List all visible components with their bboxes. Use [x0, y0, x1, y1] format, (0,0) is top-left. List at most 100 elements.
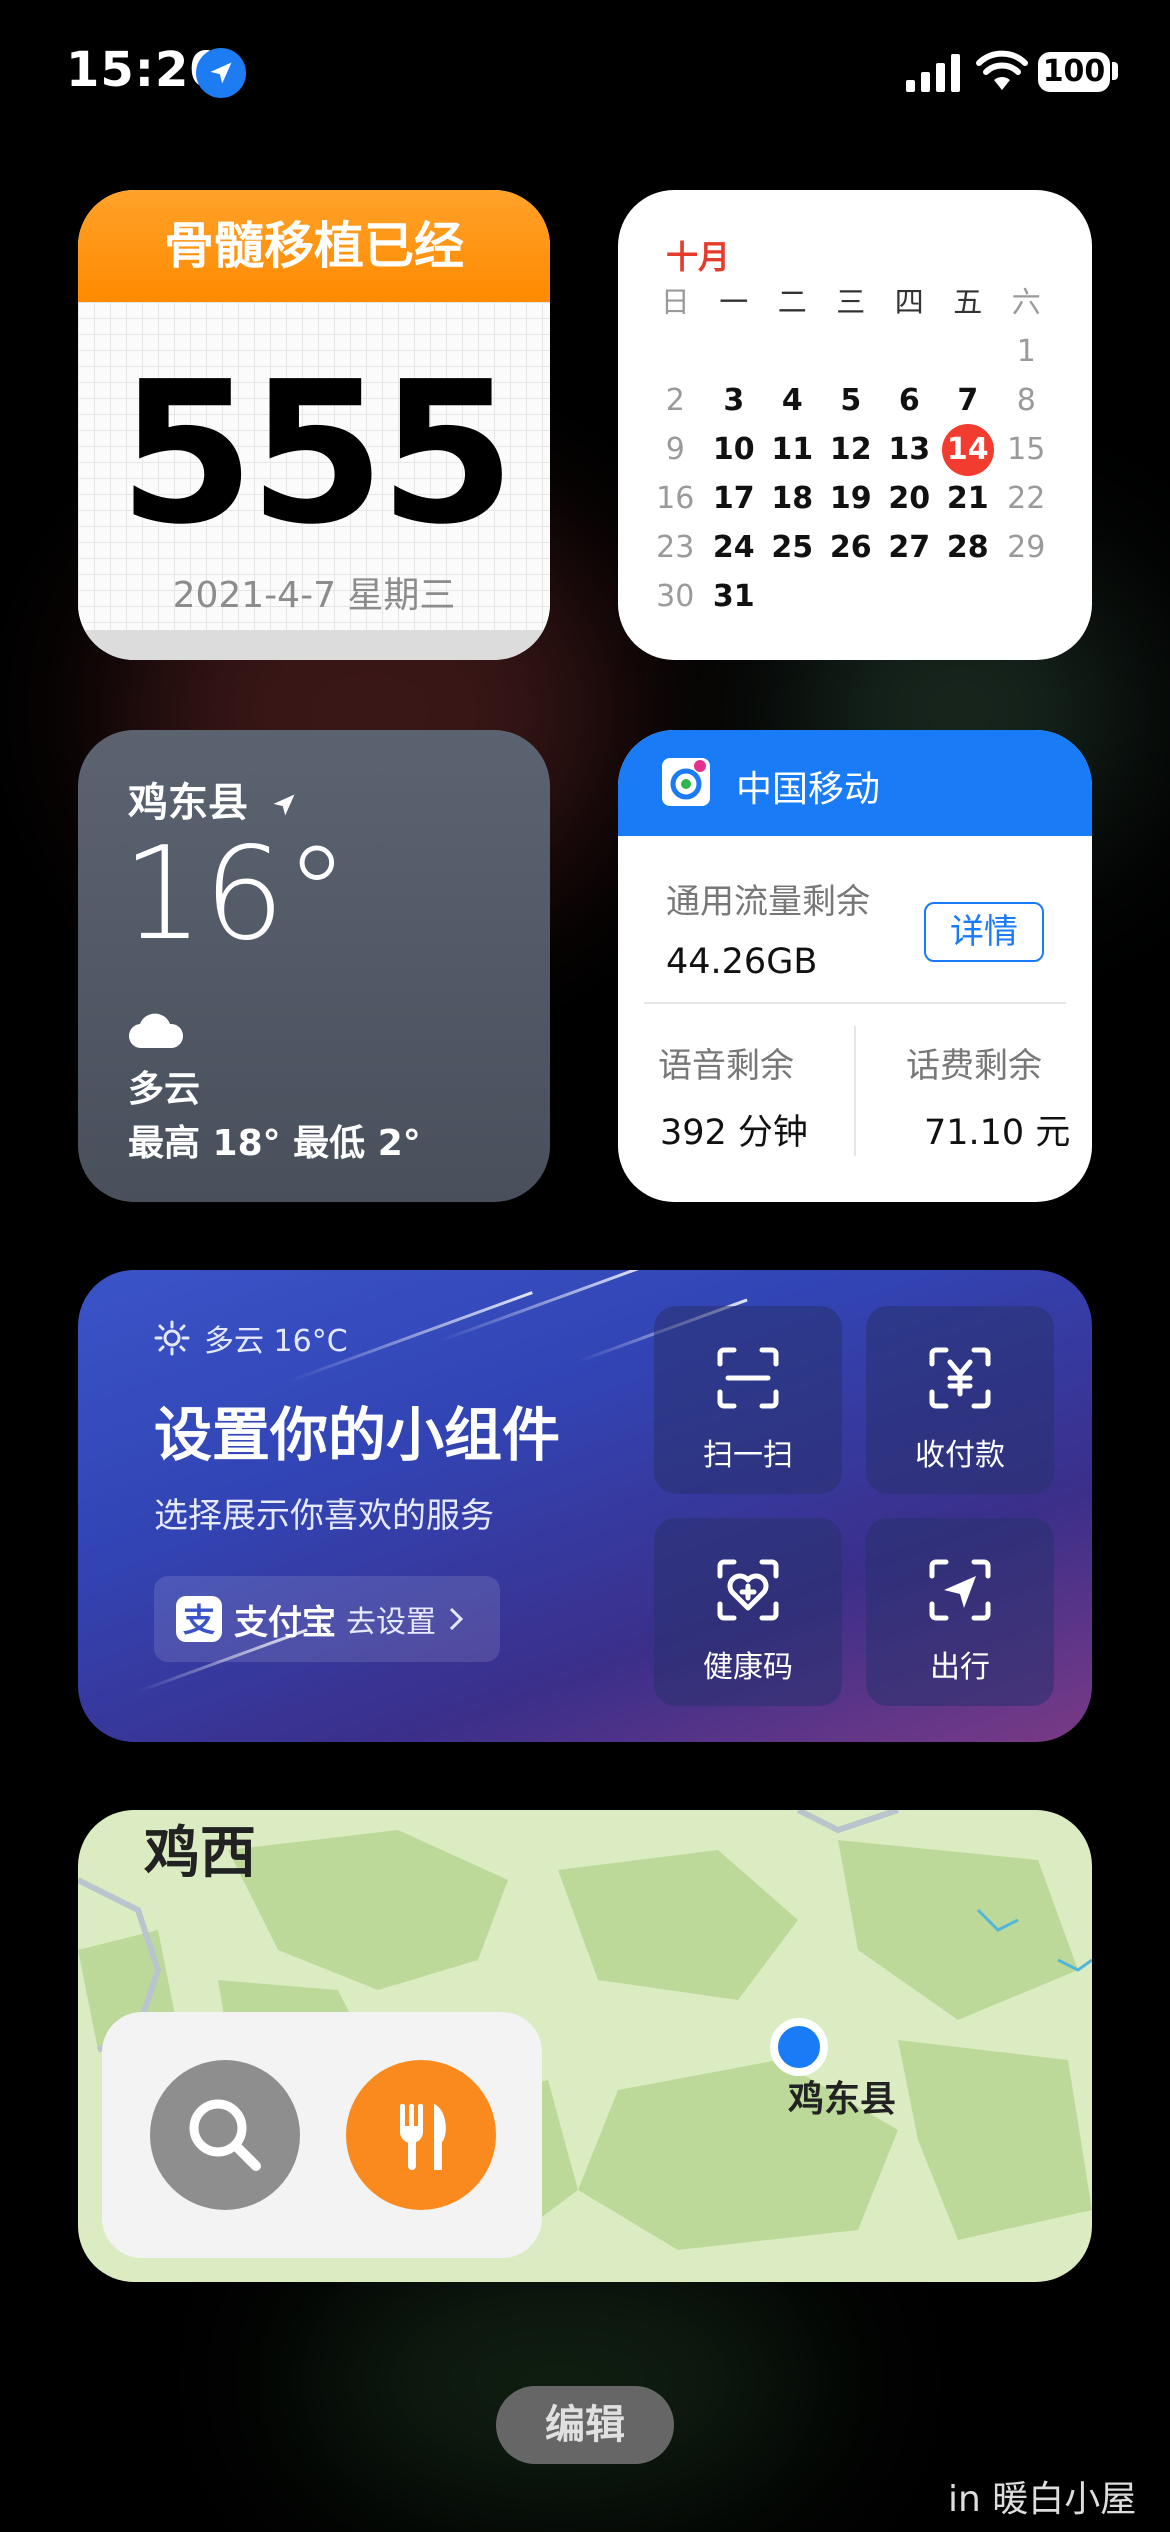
- calendar-weekday-row: 日一二三四五六: [646, 278, 1076, 327]
- wifi-icon: [976, 50, 1028, 90]
- sun-icon: [154, 1320, 190, 1356]
- location-icon: [196, 48, 246, 98]
- calendar-week-row: 1: [646, 327, 1076, 376]
- fee-remaining-value: 71.10 元: [924, 1113, 1071, 1153]
- map-quick-actions: [102, 2012, 542, 2258]
- calendar-day: 3: [723, 383, 745, 418]
- calendar-day: [822, 327, 881, 376]
- data-remaining-label: 通用流量剩余: [666, 882, 870, 922]
- countdown-title: 骨髓移植已经: [78, 190, 550, 302]
- map-search-button[interactable]: [150, 2060, 300, 2210]
- calendar-week-row: 2 3 4 5 6 7 8: [646, 376, 1076, 425]
- calendar-week-row: 16 17 18 19 20 21 22: [646, 474, 1076, 523]
- scan-label: 扫一扫: [703, 1438, 793, 1473]
- location-arrow-icon: [273, 794, 295, 816]
- travel-label: 出行: [930, 1650, 990, 1685]
- map-pin-label: 鸡东县: [788, 2079, 897, 2120]
- battery-indicator: 100: [1038, 52, 1110, 92]
- health-code-icon: [717, 1559, 779, 1621]
- calendar-day: [763, 572, 822, 621]
- countdown-widget[interactable]: 骨髓移植已经 555 2021-4-7 星期三: [78, 190, 550, 660]
- fee-remaining-label: 话费剩余: [906, 1046, 1042, 1086]
- calendar-day: 2: [665, 383, 685, 418]
- alipay-title: 设置你的小组件: [154, 1401, 561, 1469]
- calendar-day: 20: [888, 481, 931, 516]
- calendar-day: 5: [840, 383, 862, 418]
- alipay-logo-icon: 支: [176, 1596, 222, 1642]
- china-mobile-logo-icon: [662, 758, 710, 806]
- calendar-weekday: 六: [1011, 285, 1041, 319]
- calendar-day: 31: [712, 579, 755, 614]
- payment-tile[interactable]: 收付款: [866, 1306, 1054, 1494]
- calendar-day: 27: [888, 530, 931, 565]
- alipay-weather: 多云 16°C: [154, 1316, 348, 1360]
- cellular-signal-icon: [906, 54, 960, 92]
- edit-button[interactable]: 编辑: [496, 2386, 674, 2464]
- calendar-today: 14: [939, 424, 998, 476]
- calendar-day: 30: [656, 579, 695, 614]
- fork-knife-icon: [399, 2104, 446, 2170]
- calendar-day: 18: [771, 481, 814, 516]
- calendar-day: [646, 327, 705, 376]
- china-mobile-name: 中国移动: [736, 769, 881, 810]
- alipay-setup-button[interactable]: 支 支付宝 去设置: [154, 1576, 500, 1662]
- health-code-tile[interactable]: 健康码: [654, 1518, 842, 1706]
- calendar-day: 22: [1007, 481, 1046, 516]
- china-mobile-header: 中国移动: [618, 730, 1092, 836]
- svg-text:支: 支: [183, 1601, 215, 1639]
- battery-cap: [1112, 62, 1118, 80]
- countdown-date: 2021-4-7 星期三: [172, 575, 456, 616]
- calendar-day: 24: [712, 530, 755, 565]
- alipay-widget[interactable]: 多云 16°C 设置你的小组件 选择展示你喜欢的服务 支 支付宝 去设置 扫一扫: [78, 1270, 1092, 1742]
- health-code-label: 健康码: [703, 1650, 793, 1685]
- calendar-weekday: 四: [894, 285, 924, 319]
- calendar-day: 16: [656, 481, 695, 516]
- calendar-today-number: 14: [941, 424, 994, 476]
- calendar-day: 11: [771, 432, 814, 467]
- details-button[interactable]: 详情: [924, 902, 1044, 962]
- meteor-streak: [437, 1270, 646, 1343]
- calendar-widget[interactable]: 十月 日一二三四五六 1 2 3 4 5 6 7 8 9 10 11 12 13 14 15 16 17 18 19 2…: [618, 190, 1092, 660]
- alipay-brand: 支付宝: [234, 1602, 336, 1643]
- calendar-day: 17: [712, 481, 755, 516]
- scan-icon: [717, 1347, 779, 1409]
- calendar-month: 十月: [666, 238, 731, 276]
- travel-icon: [929, 1559, 991, 1621]
- map-widget[interactable]: 鸡西 鸡东县: [78, 1810, 1092, 2282]
- alipay-subtitle: 选择展示你喜欢的服务: [154, 1496, 494, 1536]
- watermark-credit: in 暖白小屋: [948, 2479, 1137, 2520]
- map-food-button[interactable]: [346, 2060, 496, 2210]
- chevron-right-icon: [449, 1607, 464, 1631]
- data-remaining-value: 44.26GB: [666, 942, 818, 982]
- background-glow: [300, 2250, 820, 2510]
- divider: [644, 1002, 1066, 1004]
- china-mobile-widget[interactable]: 中国移动 通用流量剩余 44.26GB 详情 语音剩余 392 分钟 话费剩余 …: [618, 730, 1092, 1202]
- payment-label: 收付款: [915, 1438, 1005, 1473]
- calendar-day: 12: [829, 432, 872, 467]
- calendar-day: [880, 327, 939, 376]
- countdown-base: [78, 630, 550, 660]
- alipay-weather-text: 多云 16°C: [204, 1324, 348, 1359]
- calendar-day: 29: [1007, 530, 1046, 565]
- calendar-week-row: 23 24 25 26 27 28 29: [646, 523, 1076, 572]
- search-icon: [189, 2099, 261, 2171]
- weather-condition: 多云: [128, 1069, 201, 1110]
- calendar-day: 6: [898, 383, 920, 418]
- calendar-week-row: 9 10 11 12 13 14 15: [646, 424, 1076, 476]
- weather-widget[interactable]: 鸡东县 16° 多云 最高 18° 最低 2°: [78, 730, 550, 1202]
- alipay-setup-label: 去设置: [346, 1605, 436, 1640]
- calendar-day: [822, 572, 881, 621]
- calendar-day: 8: [1016, 383, 1036, 418]
- travel-tile[interactable]: 出行: [866, 1518, 1054, 1706]
- voice-remaining-label: 语音剩余: [658, 1046, 794, 1086]
- scan-tile[interactable]: 扫一扫: [654, 1306, 842, 1494]
- calendar-weekday: 三: [836, 285, 866, 319]
- payment-icon: [929, 1347, 991, 1409]
- weather-high-low: 最高 18° 最低 2°: [128, 1123, 421, 1164]
- calendar-week-row: 30 31: [646, 572, 1076, 621]
- calendar-day: [880, 572, 939, 621]
- weather-temperature: 16°: [122, 820, 349, 969]
- calendar-weekday: 一: [719, 285, 749, 319]
- calendar-day: 26: [829, 530, 872, 565]
- calendar-day: 13: [888, 432, 931, 467]
